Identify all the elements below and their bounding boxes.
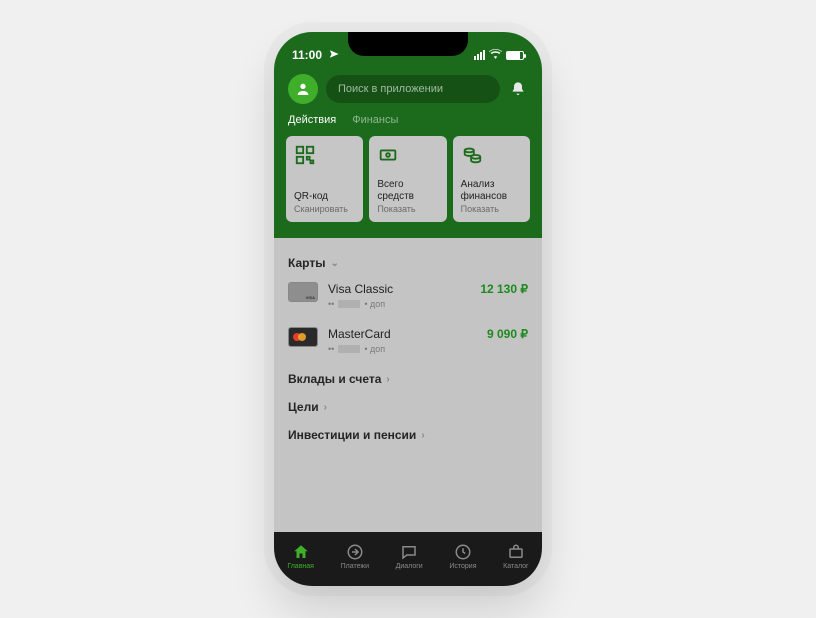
avatar[interactable] — [288, 74, 318, 104]
main-content[interactable]: Карты ⌄ Visa Classic •• • доп 12 130 ₽ — [274, 238, 542, 532]
card-thumb-visa — [288, 282, 318, 302]
signal-icon — [474, 50, 485, 60]
header-row: Поиск в приложении — [274, 68, 542, 114]
screen: 11:00 Поиск в прил — [274, 32, 542, 586]
action-balance[interactable]: Всего средств Показать — [369, 136, 446, 222]
tab-actions[interactable]: Действия — [288, 114, 336, 126]
card-extra: • доп — [364, 299, 385, 309]
chevron-right-icon: › — [421, 430, 424, 441]
link-label: Инвестиции и пенсии — [288, 428, 416, 442]
status-right — [474, 48, 524, 62]
card-mask-block — [338, 345, 360, 353]
header-area: 11:00 Поиск в прил — [274, 32, 542, 238]
card-row[interactable]: Visa Classic •• • доп 12 130 ₽ — [288, 282, 528, 309]
link-investments[interactable]: Инвестиции и пенсии › — [288, 428, 528, 442]
search-placeholder: Поиск в приложении — [338, 83, 443, 95]
link-deposits[interactable]: Вклады и счета › — [288, 372, 528, 386]
battery-icon — [506, 51, 524, 60]
card-sub: •• • доп — [328, 299, 470, 309]
status-time: 11:00 — [292, 48, 322, 62]
phone-frame: 11:00 Поиск в прил — [274, 32, 542, 586]
card-balance: 12 130 ₽ — [480, 282, 528, 296]
notifications-button[interactable] — [508, 81, 528, 97]
card-info: MasterCard •• • доп — [328, 327, 477, 354]
nav-label: Платежи — [341, 563, 369, 570]
qr-icon — [294, 144, 355, 172]
card-balance: 9 090 ₽ — [487, 327, 528, 341]
tab-finance[interactable]: Финансы — [352, 114, 398, 126]
nav-catalog[interactable]: Каталог — [503, 543, 528, 570]
chevron-right-icon: › — [324, 402, 327, 413]
bottom-nav: Главная Платежи Диалоги История Каталог — [274, 532, 542, 586]
card-masked: •• — [328, 344, 334, 354]
action-qr[interactable]: QR-код Сканировать — [286, 136, 363, 222]
search-input[interactable]: Поиск в приложении — [326, 75, 500, 103]
nav-label: Главная — [287, 563, 314, 570]
nav-home[interactable]: Главная — [287, 543, 314, 570]
wifi-icon — [489, 48, 502, 62]
action-cards: QR-код Сканировать Всего средств Показат… — [274, 136, 542, 238]
status-time-group: 11:00 — [292, 48, 339, 62]
link-goals[interactable]: Цели › — [288, 400, 528, 414]
card-name: MasterCard — [328, 327, 477, 341]
nav-label: История — [449, 563, 476, 570]
coins-icon — [461, 144, 522, 172]
chevron-right-icon: › — [386, 374, 389, 385]
action-title: QR-код — [294, 191, 355, 203]
action-sub: Показать — [377, 204, 438, 214]
nav-label: Каталог — [503, 563, 528, 570]
location-icon — [329, 48, 339, 62]
notch — [348, 32, 468, 56]
nav-payments[interactable]: Платежи — [341, 543, 369, 570]
action-analytics[interactable]: Анализ финансов Показать — [453, 136, 530, 222]
card-row[interactable]: MasterCard •• • доп 9 090 ₽ — [288, 327, 528, 354]
link-label: Вклады и счета — [288, 372, 381, 386]
card-info: Visa Classic •• • доп — [328, 282, 470, 309]
card-masked: •• — [328, 299, 334, 309]
cards-section-header[interactable]: Карты ⌄ — [288, 256, 528, 270]
card-name: Visa Classic — [328, 282, 470, 296]
action-sub: Показать — [461, 204, 522, 214]
action-title: Всего средств — [377, 179, 438, 202]
wallet-icon — [377, 144, 438, 172]
card-extra: • доп — [364, 344, 385, 354]
nav-history[interactable]: История — [449, 543, 476, 570]
cards-section-title: Карты — [288, 256, 325, 270]
card-sub: •• • доп — [328, 344, 477, 354]
card-thumb-mastercard — [288, 327, 318, 347]
chevron-down-icon: ⌄ — [330, 258, 338, 269]
nav-label: Диалоги — [396, 563, 423, 570]
nav-dialogs[interactable]: Диалоги — [396, 543, 423, 570]
header-tabs: Действия Финансы — [274, 114, 542, 136]
link-label: Цели — [288, 400, 319, 414]
action-sub: Сканировать — [294, 204, 355, 214]
card-mask-block — [338, 300, 360, 308]
action-title: Анализ финансов — [461, 179, 522, 202]
